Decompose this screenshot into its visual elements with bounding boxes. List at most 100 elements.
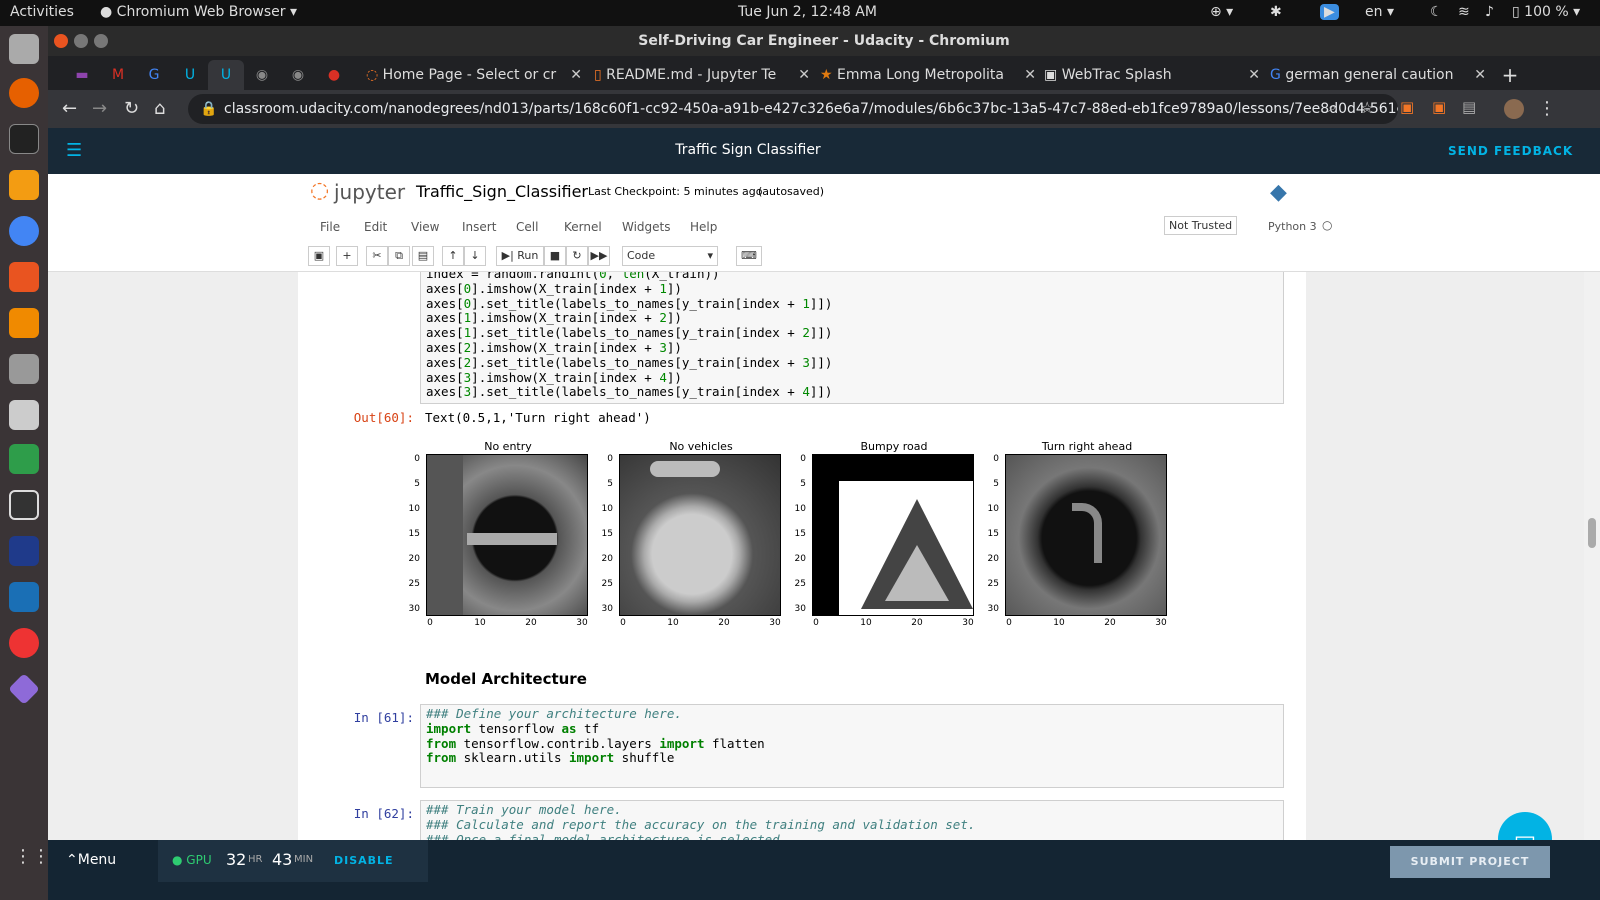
vlc-icon[interactable] xyxy=(9,308,39,338)
restart-button[interactable]: ↻ xyxy=(566,246,588,266)
profile-avatar[interactable] xyxy=(1504,99,1524,119)
close-tab-icon[interactable]: ✕ xyxy=(1248,60,1260,90)
pinned-tab-purple[interactable]: ▬ xyxy=(64,60,100,90)
close-tab-icon[interactable]: ✕ xyxy=(1474,60,1486,90)
menu-file[interactable]: File xyxy=(320,220,340,234)
writer-icon[interactable] xyxy=(9,582,39,612)
app-menu[interactable]: ● Chromium Web Browser ▾ xyxy=(100,4,297,20)
sign-figure: No entry 0 5 10 15 20 25 30 0 10 20 30 N… xyxy=(404,440,1204,640)
tab-emma-long[interactable]: ★ Emma Long Metropolita ✕ xyxy=(820,60,1040,90)
menu-widgets[interactable]: Widgets xyxy=(622,220,671,234)
show-apps-icon[interactable]: ⋮⋮ xyxy=(14,846,50,867)
save-button[interactable]: ▣ xyxy=(308,246,330,266)
files-icon[interactable] xyxy=(9,34,39,64)
menu-kernel[interactable]: Kernel xyxy=(564,220,602,234)
jupyter-logo-icon[interactable]: ◌ xyxy=(310,178,329,203)
settings-icon[interactable] xyxy=(9,354,39,384)
notebook-name[interactable]: Traffic_Sign_Classifier xyxy=(416,182,588,201)
y-tick: 25 xyxy=(987,579,999,589)
disable-gpu-button[interactable]: DISABLE xyxy=(334,854,394,867)
software-center-icon[interactable] xyxy=(9,262,39,292)
menu-cell[interactable]: Cell xyxy=(516,220,538,234)
browser-menu-icon[interactable]: ⋮ xyxy=(1538,98,1556,119)
code-cell-previous[interactable]: index = random.randint(0, len(X_train)) … xyxy=(420,272,1284,404)
battery-status[interactable]: ▯ 100 % ▾ xyxy=(1512,4,1580,20)
menu-insert[interactable]: Insert xyxy=(462,220,496,234)
keyboard-shortcuts-button[interactable]: ⌨ xyxy=(736,246,762,266)
scrollbar-thumb[interactable] xyxy=(1588,518,1596,548)
submit-project-button[interactable]: SUBMIT PROJECT xyxy=(1390,846,1550,878)
grid-app-icon[interactable] xyxy=(9,490,39,520)
move-down-button[interactable]: ↓ xyxy=(464,246,486,266)
menu-help[interactable]: Help xyxy=(690,220,717,234)
clock[interactable]: Tue Jun 2, 12:48 AM xyxy=(738,4,877,20)
spreadsheet-icon[interactable] xyxy=(9,444,39,474)
scrollbar[interactable] xyxy=(1584,272,1600,840)
interrupt-button[interactable]: ■ xyxy=(544,246,566,266)
pinned-tab-udacity-active[interactable]: U xyxy=(208,60,244,90)
restart-run-all-button[interactable]: ▶▶ xyxy=(588,246,610,266)
pinned-tab-gmail[interactable]: M xyxy=(100,60,136,90)
home-button[interactable]: ⌂ xyxy=(154,98,165,119)
close-tab-icon[interactable]: ✕ xyxy=(798,60,810,90)
run-button[interactable]: ▶| Run xyxy=(496,246,544,266)
sublime-icon[interactable] xyxy=(9,170,39,200)
pinned-tab-translate[interactable]: G xyxy=(136,60,172,90)
tab-german-caution[interactable]: G german general caution ✕ xyxy=(1270,60,1490,90)
zoom-icon[interactable]: ▶ xyxy=(1320,4,1339,20)
x-tick: 10 xyxy=(667,618,679,628)
code-cell-62[interactable]: ### Train your model here. ### Calculate… xyxy=(420,800,1284,840)
extension-icon-1[interactable]: ▣ xyxy=(1400,98,1414,116)
wifi-icon[interactable]: ≋ xyxy=(1458,4,1470,20)
new-tab-button[interactable]: + xyxy=(1492,60,1528,90)
bookmark-star-icon[interactable]: ☆ xyxy=(1360,98,1374,117)
pinned-tab-github-2[interactable]: ◉ xyxy=(280,60,316,90)
paste-button[interactable]: ▤ xyxy=(412,246,434,266)
chromium-icon[interactable] xyxy=(9,216,39,246)
accessibility-icon[interactable]: ⊕ ▾ xyxy=(1210,4,1233,20)
pinned-tab-github[interactable]: ◉ xyxy=(244,60,280,90)
workspace-menu-button[interactable]: ⌃Menu xyxy=(66,852,116,868)
maximize-window-button[interactable] xyxy=(94,34,108,48)
volume-icon[interactable]: ♪ xyxy=(1485,4,1494,20)
close-tab-icon[interactable]: ✕ xyxy=(1024,60,1036,90)
send-feedback-button[interactable]: SEND FEEDBACK xyxy=(1448,144,1573,158)
activities-button[interactable]: Activities xyxy=(10,4,74,20)
forward-button[interactable]: → xyxy=(92,98,107,119)
markdown-heading[interactable]: Model Architecture xyxy=(425,670,587,688)
not-trusted-badge[interactable]: Not Trusted xyxy=(1164,216,1238,235)
extension-icon-2[interactable]: ▣ xyxy=(1432,98,1446,116)
reload-button[interactable]: ↻ xyxy=(124,98,139,119)
menu-edit[interactable]: Edit xyxy=(364,220,387,234)
extension-icon-3[interactable]: ▤ xyxy=(1462,98,1476,116)
pinned-tab-record[interactable]: ● xyxy=(316,60,352,90)
tex-icon[interactable] xyxy=(9,536,39,566)
cut-button[interactable]: ✂ xyxy=(366,246,388,266)
close-window-button[interactable] xyxy=(54,34,68,48)
insert-cell-button[interactable]: + xyxy=(336,246,358,266)
kernel-status-icon: ○ xyxy=(1322,218,1333,232)
move-up-button[interactable]: ↑ xyxy=(442,246,464,266)
minimize-window-button[interactable] xyxy=(74,34,88,48)
bluetooth-icon[interactable]: ✱ xyxy=(1270,4,1282,20)
copy-button[interactable]: ⧉ xyxy=(388,246,410,266)
evince-icon[interactable] xyxy=(9,628,39,658)
tab-readme[interactable]: ▯ README.md - Jupyter Te ✕ xyxy=(594,60,814,90)
menu-view[interactable]: View xyxy=(411,220,439,234)
cell-type-select[interactable]: Code ▾ xyxy=(622,246,718,266)
webcam-icon[interactable] xyxy=(9,400,39,430)
night-light-icon[interactable]: ☾ xyxy=(1430,4,1443,20)
back-button[interactable]: ← xyxy=(62,98,77,119)
firefox-icon[interactable] xyxy=(9,78,39,108)
x-tick: 30 xyxy=(962,618,974,628)
zoom-search-icon[interactable]: ⌕ xyxy=(1328,98,1336,116)
plugin-icon[interactable] xyxy=(8,673,40,705)
close-tab-icon[interactable]: ✕ xyxy=(570,60,582,90)
pinned-tab-udacity[interactable]: U xyxy=(172,60,208,90)
tab-webtrac[interactable]: ▣ WebTrac Splash ✕ xyxy=(1044,60,1264,90)
language-indicator[interactable]: en ▾ xyxy=(1365,4,1394,20)
terminal-icon[interactable] xyxy=(9,124,39,154)
address-bar[interactable]: 🔒 classroom.udacity.com/nanodegrees/nd01… xyxy=(188,94,1398,124)
code-cell-61[interactable]: ### Define your architecture here. impor… xyxy=(420,704,1284,788)
tab-home-page[interactable]: ◌ Home Page - Select or cr ✕ xyxy=(366,60,586,90)
